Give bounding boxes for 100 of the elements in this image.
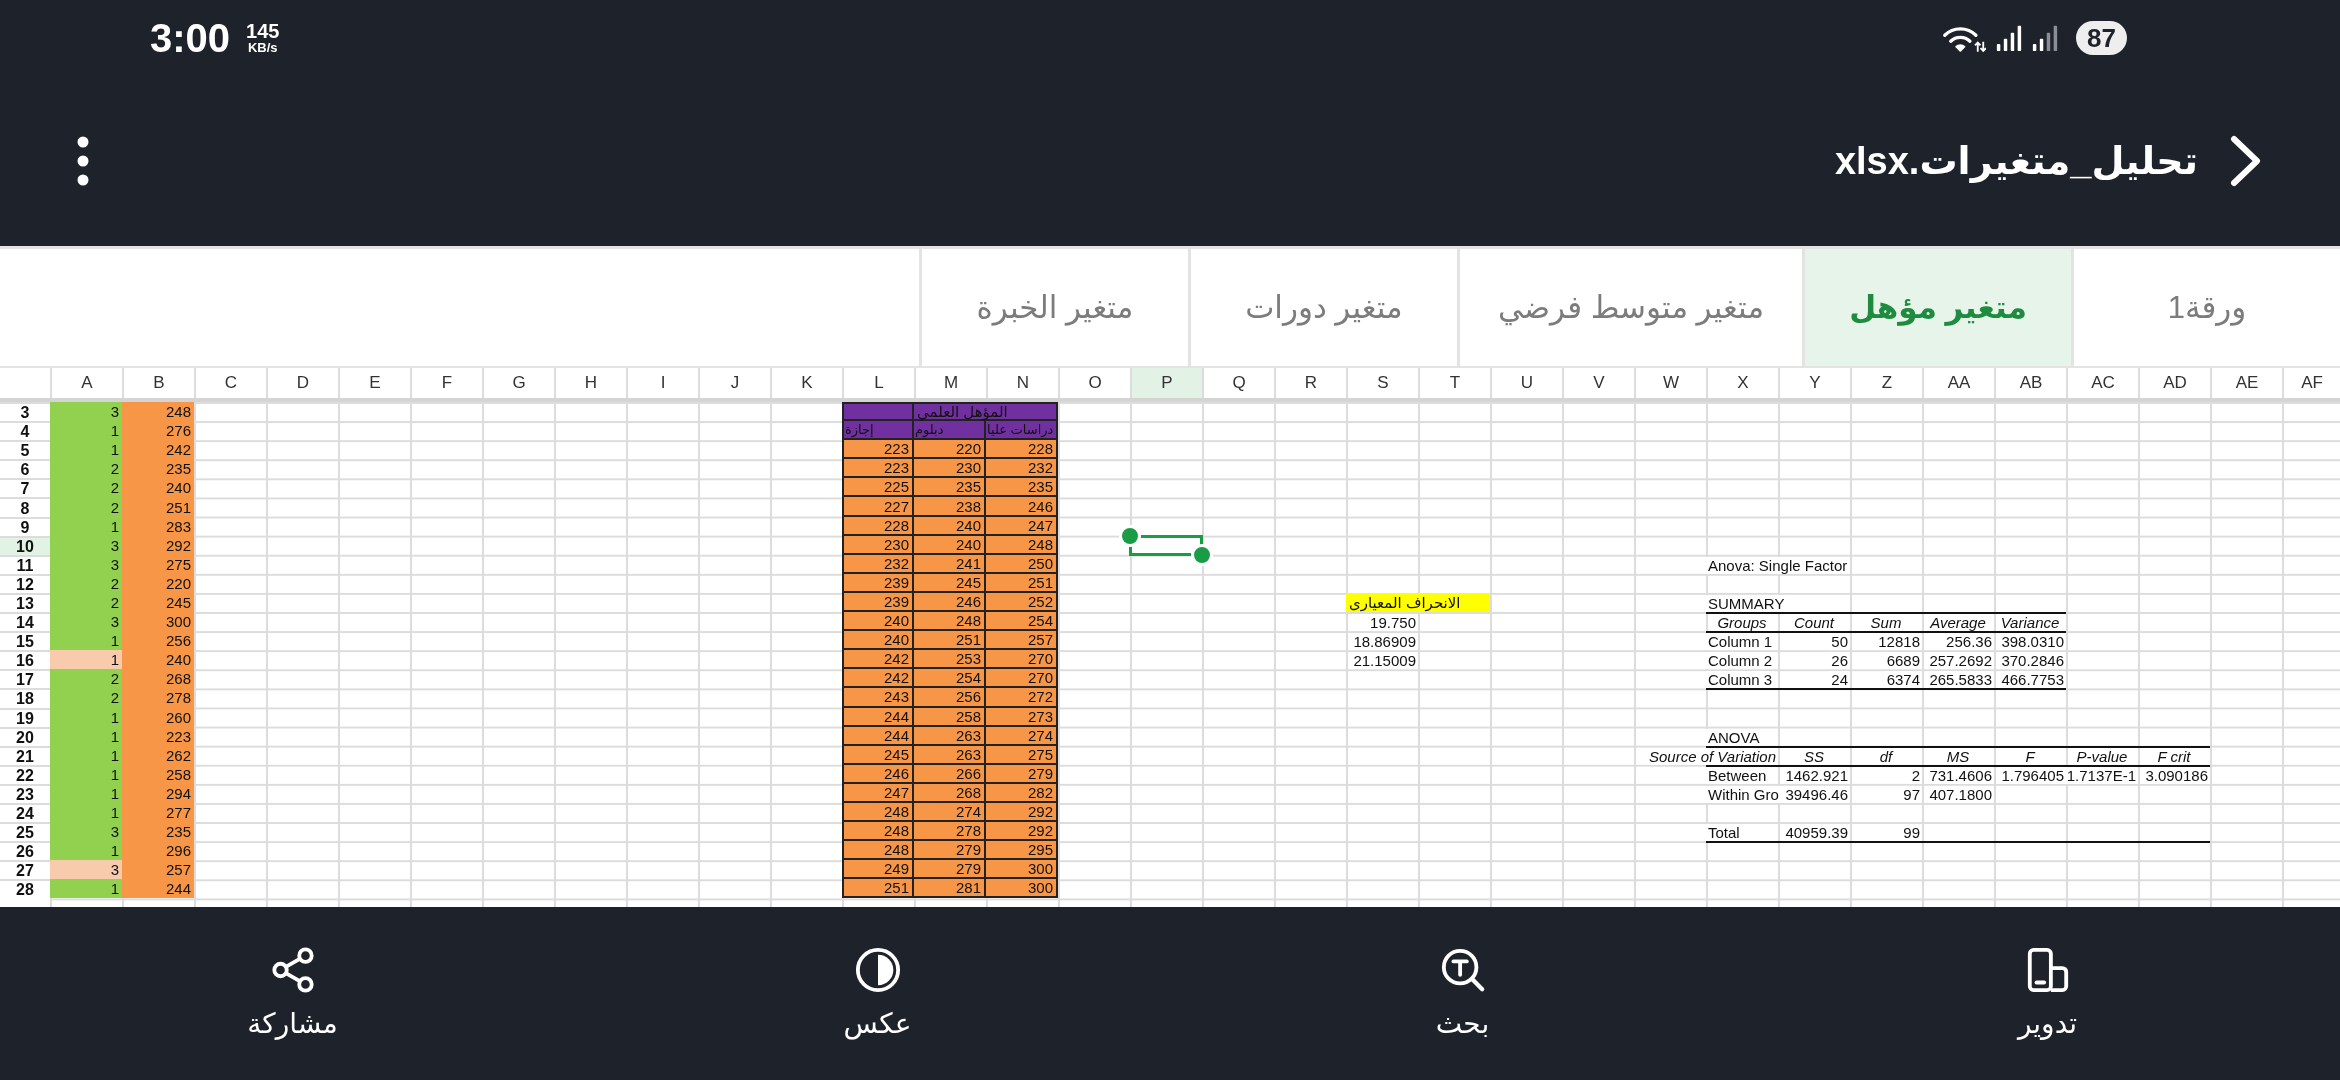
value-cell: 240 <box>842 631 914 651</box>
share-button[interactable]: مشاركة <box>243 942 342 1045</box>
row-header[interactable]: 22 <box>0 764 50 784</box>
row-header[interactable]: 19 <box>0 707 50 727</box>
value-cell: 274 <box>986 726 1058 746</box>
row-header[interactable]: 12 <box>0 573 50 593</box>
value-cell: 247 <box>842 783 914 803</box>
group-cell: 3 <box>50 822 122 842</box>
group-cell: 2 <box>50 478 122 498</box>
group-cell: 1 <box>50 516 122 536</box>
value-cell: 263 <box>914 726 986 746</box>
value-cell: 251 <box>914 631 986 651</box>
section-label: SUMMARY <box>1706 595 1787 613</box>
value-cell: 254 <box>986 612 1058 632</box>
score-cell: 235 <box>122 459 194 479</box>
group-cell: 2 <box>50 669 122 689</box>
value-cell: 249 <box>842 860 914 880</box>
value-cell: 230 <box>842 535 914 555</box>
group-cell: 2 <box>50 459 122 479</box>
value-cell: 242 <box>842 669 914 689</box>
anova-title: Anova: Single Factor <box>1706 556 1850 574</box>
search-button[interactable]: بحث <box>1431 942 1494 1045</box>
column-title-cell: إجازة <box>842 421 914 441</box>
score-cell: 257 <box>122 860 194 880</box>
value-cell: 295 <box>986 841 1058 861</box>
row-header[interactable]: 10 <box>0 535 50 555</box>
score-cell: 245 <box>122 592 194 613</box>
row-header[interactable]: 21 <box>0 745 50 765</box>
column-title-cell: دبلوم <box>914 421 986 441</box>
value-cell: 254 <box>914 669 986 689</box>
value-cell: 263 <box>914 745 986 765</box>
value-cell: 246 <box>986 497 1058 517</box>
value-cell: 252 <box>986 592 1058 613</box>
section-label: ANOVA <box>1706 728 1762 746</box>
score-cell: 235 <box>122 822 194 842</box>
value-cell: 258 <box>914 707 986 727</box>
value-cell: 292 <box>986 802 1058 823</box>
value-cell: 232 <box>842 554 914 574</box>
value-cell: 281 <box>914 879 986 899</box>
value-cell: 239 <box>842 592 914 613</box>
contrast-icon <box>854 946 901 993</box>
value-cell: 247 <box>986 516 1058 536</box>
value-cell: 225 <box>842 478 914 498</box>
value-cell: 248 <box>986 535 1058 555</box>
group-cell: 2 <box>50 688 122 708</box>
document-title: تحليل_متغيرات.xlsx <box>1834 138 2198 185</box>
value-cell: 279 <box>914 841 986 861</box>
value-cell: 246 <box>914 592 986 613</box>
value-cell: 275 <box>986 745 1058 765</box>
score-cell: 256 <box>122 631 194 651</box>
value-cell: 257 <box>986 631 1058 651</box>
value-cell: 223 <box>842 459 914 479</box>
column-title-cell: دراسات عليا <box>986 421 1058 441</box>
value-cell: 228 <box>986 440 1058 460</box>
row-header[interactable]: 11 <box>0 554 50 574</box>
row-header[interactable]: 9 <box>0 516 50 536</box>
value-cell: 250 <box>986 554 1058 574</box>
score-cell: 220 <box>122 573 194 593</box>
value-cell: 266 <box>914 764 986 784</box>
value-cell: 248 <box>842 802 914 823</box>
value-cell: 227 <box>842 497 914 517</box>
value-cell: 242 <box>842 650 914 670</box>
row-header[interactable]: 23 <box>0 783 50 803</box>
score-cell: 248 <box>122 402 194 422</box>
score-cell: 223 <box>122 726 194 746</box>
score-cell: 251 <box>122 497 194 517</box>
row-label: Within Gro <box>1706 785 1781 803</box>
group-cell: 1 <box>50 650 122 670</box>
group-cell: 3 <box>50 535 122 555</box>
score-cell: 240 <box>122 478 194 498</box>
value-cell: 272 <box>986 688 1058 708</box>
row-header[interactable]: 8 <box>0 497 50 517</box>
value-cell: 220 <box>914 440 986 460</box>
column-header[interactable]: P <box>1130 368 1202 398</box>
value-cell: 251 <box>986 573 1058 593</box>
value-cell: 251 <box>842 879 914 899</box>
invert-button[interactable]: عكس <box>839 942 916 1045</box>
score-cell: 294 <box>122 783 194 803</box>
value-cell: 253 <box>914 650 986 670</box>
battery-indicator: 87 <box>2076 20 2127 55</box>
row-header[interactable]: 20 <box>0 726 50 746</box>
score-cell: 258 <box>122 764 194 784</box>
network-speed-unit: KB/s <box>247 40 278 55</box>
value-cell: 268 <box>914 783 986 803</box>
rotate-button[interactable]: تدوير <box>2013 942 2082 1045</box>
value-cell: 230 <box>914 459 986 479</box>
value-cell: 279 <box>986 764 1058 784</box>
group-cell: 1 <box>50 421 122 441</box>
table-heading: Source of Variation <box>1646 747 1778 765</box>
more-options-button[interactable] <box>77 135 89 186</box>
value-cell: 256 <box>914 688 986 708</box>
row-label: Total <box>1706 824 1742 842</box>
group-cell: 3 <box>50 860 122 880</box>
value-cell: 235 <box>914 478 986 498</box>
status-time: 3:00 <box>150 15 231 60</box>
more-options-icon <box>77 135 89 186</box>
group-cell: 1 <box>50 631 122 651</box>
score-cell: 275 <box>122 554 194 574</box>
sheet-tab[interactable]: متغير مؤهل <box>1802 249 2071 366</box>
row-label: Column 3 <box>1706 671 1775 689</box>
